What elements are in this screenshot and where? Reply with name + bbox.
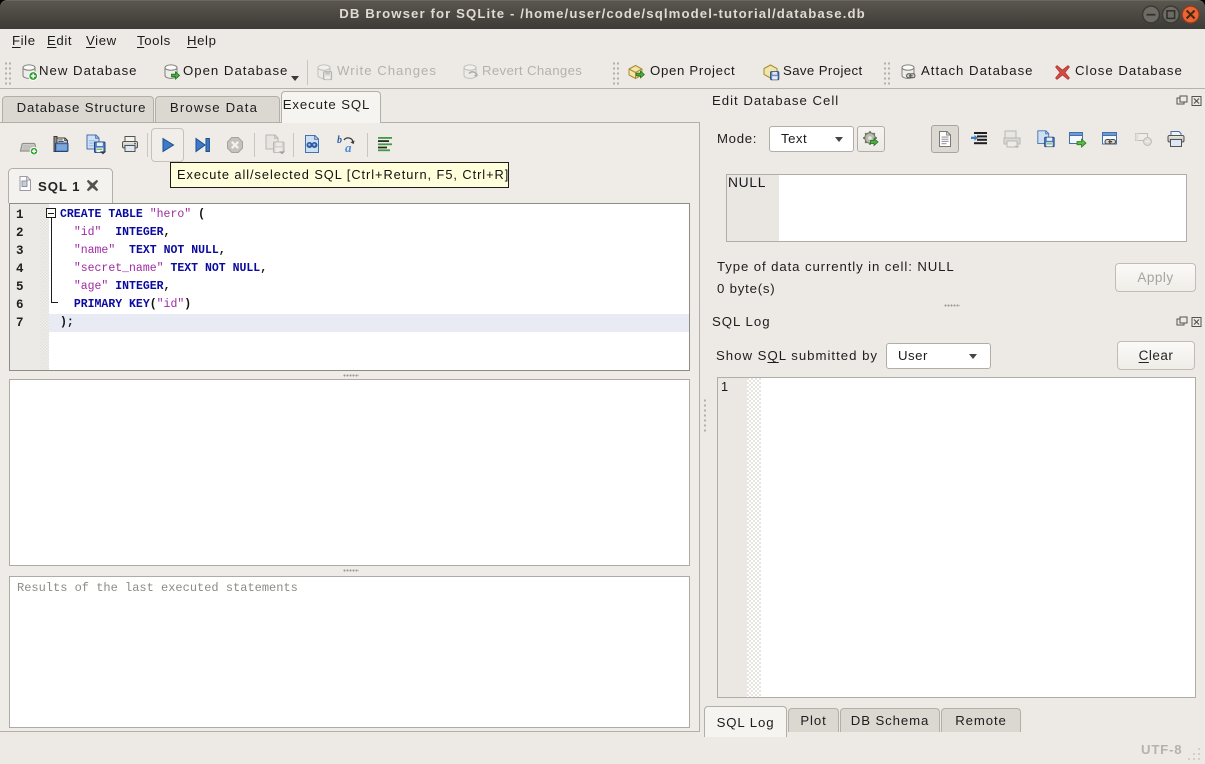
svg-text:b: b — [337, 135, 342, 146]
